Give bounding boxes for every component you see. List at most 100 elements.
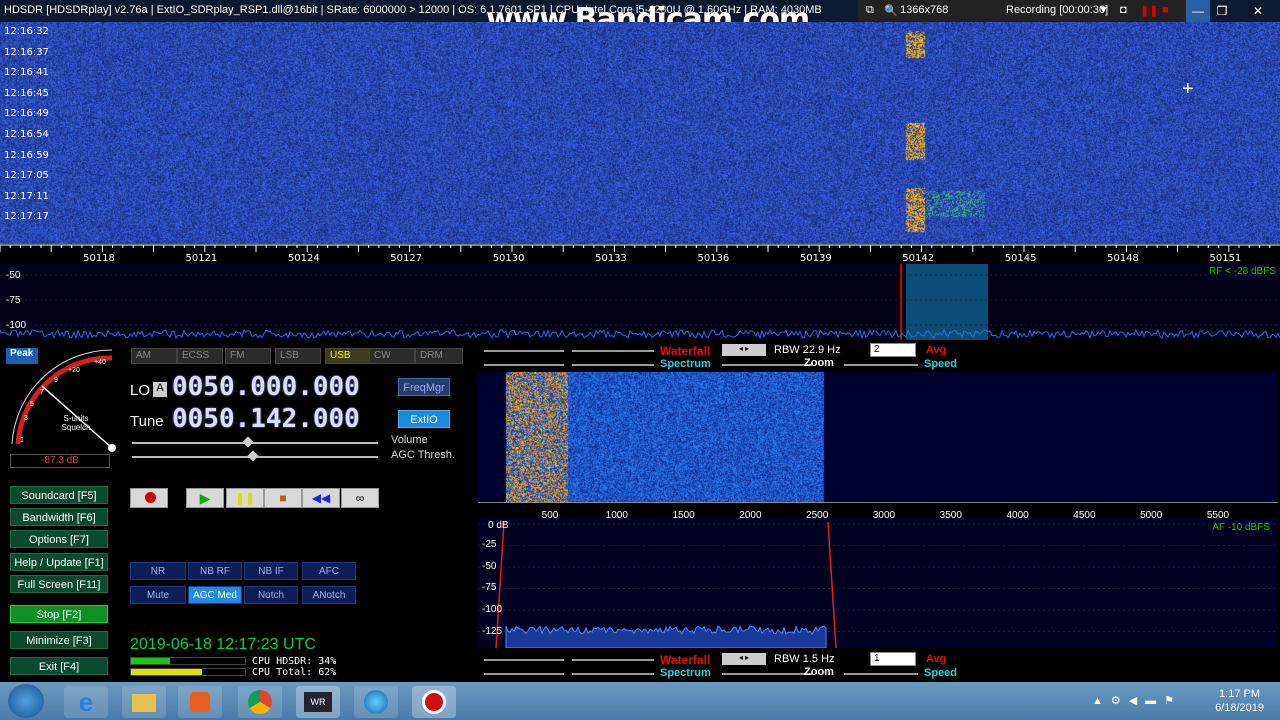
top-slider-1[interactable]: [484, 350, 564, 352]
frequency-tick-label: 50118: [83, 253, 115, 264]
mode-lsb-button[interactable]: LSB: [275, 348, 321, 364]
hdsdr-taskbar-icon[interactable]: WR: [296, 686, 340, 718]
full-screen-button[interactable]: Full Screen [F11]: [10, 575, 108, 593]
tune-frequency[interactable]: 0050.142.000: [172, 404, 360, 434]
minimize-button[interactable]: —: [1186, 0, 1210, 22]
pause-button[interactable]: ❚❚: [226, 488, 264, 508]
maximize-button[interactable]: ❐: [1210, 0, 1234, 22]
bottom-slider-3[interactable]: [572, 659, 654, 661]
top-slider-2[interactable]: [484, 364, 564, 366]
rbw-stepper[interactable]: ◂ ▸: [722, 653, 766, 665]
soundcard-button[interactable]: Soundcard [F5]: [10, 486, 108, 504]
frequency-tick-label: 50121: [185, 253, 218, 264]
record-button[interactable]: [130, 488, 168, 508]
top-slider-4[interactable]: [572, 364, 654, 366]
anotch-button[interactable]: ANotch: [302, 586, 356, 604]
top-average-select[interactable]: 2: [870, 343, 916, 357]
spectrum-db-label: -100: [6, 320, 27, 331]
audio-spectrum[interactable]: 0 dB -25 -50 -75 -100 -125 AF -10 dBFS: [478, 518, 1278, 648]
lo-frequency[interactable]: 0050.000.000: [172, 372, 360, 402]
freqmgr-button[interactable]: FreqMgr: [398, 378, 450, 396]
agc-med-button[interactable]: AGC Med: [188, 586, 242, 604]
stop-icon: ■: [279, 491, 287, 505]
top-slider-3[interactable]: [572, 350, 654, 352]
audio-db-label: -25: [482, 539, 497, 550]
rf-waterfall[interactable]: [0, 22, 1280, 244]
zoom-label: Zoom: [804, 357, 834, 369]
bandwidth-button[interactable]: Bandwidth [F6]: [10, 508, 108, 526]
rf-spectrum[interactable]: -50 -75 -100 RF < -28 dBFS: [0, 264, 1280, 340]
taskbar-clock[interactable]: 1:17 PM 6/18/2019: [1215, 687, 1264, 715]
rbw-stepper[interactable]: ◂ ▸: [722, 344, 766, 356]
audio-db-label: -100: [482, 604, 503, 615]
mode-fm-button[interactable]: FM: [225, 348, 271, 364]
afc-button[interactable]: AFC: [302, 562, 356, 580]
media-player-icon[interactable]: [178, 686, 222, 718]
loop-icon: ∞: [355, 491, 365, 505]
notch-button[interactable]: Notch: [244, 586, 298, 604]
exit-button[interactable]: Exit [F4]: [10, 657, 108, 675]
pause-icon[interactable]: ❚❚: [1140, 4, 1158, 17]
loop-button[interactable]: ∞: [341, 488, 379, 508]
rf-frequency-axis[interactable]: 50118 50121 50124 50127 50130 50133 50136 50139…: [0, 244, 1280, 264]
svg-text:+20: +20: [68, 367, 80, 374]
system-tray-icons[interactable]: ▲⚙◀▬⚑: [1092, 694, 1182, 707]
minimize-app-button[interactable]: Minimize [F3]: [10, 631, 108, 649]
mute-button[interactable]: Mute: [130, 586, 186, 604]
svg-text:1: 1: [20, 437, 24, 444]
peak-button[interactable]: Peak: [10, 348, 33, 359]
globe-app-icon[interactable]: [354, 686, 398, 718]
mode-cw-button[interactable]: CW: [369, 348, 415, 364]
play-button[interactable]: ▶: [186, 488, 224, 508]
start-button[interactable]: [8, 684, 44, 718]
internet-explorer-icon[interactable]: e: [64, 686, 108, 718]
camera-icon[interactable]: ◘: [1120, 4, 1127, 16]
frequency-tick-label: 50124: [287, 253, 320, 264]
stop-record-icon[interactable]: ■: [1162, 4, 1169, 16]
chevron-down-icon[interactable]: ▼: [1098, 4, 1109, 16]
audio-db-label: -75: [482, 582, 497, 593]
volume-label: Volume: [391, 434, 428, 446]
rewind-icon: ◀◀: [311, 491, 331, 505]
s-meter[interactable]: 1 3 5 7 9 +20 +40: [4, 344, 122, 464]
speed-slider[interactable]: [844, 364, 918, 366]
waterfall-time-label: 12:17:17: [4, 211, 49, 223]
chrome-icon[interactable]: [238, 686, 282, 718]
search-icon[interactable]: 🔍: [884, 4, 898, 17]
bottom-slider-2[interactable]: [484, 673, 564, 675]
mode-drm-button[interactable]: DRM: [415, 348, 463, 364]
rbw-label: RBW 22.9 Hz: [774, 344, 841, 356]
close-button[interactable]: ✕: [1246, 0, 1270, 22]
nb-rf-button[interactable]: NB RF: [188, 562, 242, 580]
mode-usb-button[interactable]: USB: [325, 348, 371, 364]
file-explorer-icon[interactable]: [122, 686, 166, 718]
bottom-slider-4[interactable]: [572, 673, 654, 675]
resolution-label: 1366x768: [900, 4, 949, 16]
crosshair-cursor-icon: +: [1182, 78, 1194, 100]
window-icon[interactable]: ⧉: [866, 4, 874, 17]
speed-slider[interactable]: [844, 673, 918, 675]
svg-text:+40: +40: [94, 359, 106, 366]
zoom-slider[interactable]: [722, 364, 812, 366]
extio-button[interactable]: ExtIO: [398, 410, 450, 428]
help-update-button[interactable]: Help / Update [F1]: [10, 553, 108, 571]
speed-label: Speed: [924, 358, 958, 370]
mode-am-button[interactable]: AM: [131, 348, 177, 364]
volume-slider[interactable]: [132, 442, 378, 444]
audio-waterfall[interactable]: [478, 372, 1278, 502]
stop-button[interactable]: Stop [F2]: [10, 605, 108, 623]
bottom-average-select[interactable]: 1: [870, 652, 916, 666]
bottom-slider-1[interactable]: [484, 659, 564, 661]
clock-time: 1:17 PM: [1219, 688, 1261, 700]
lo-flag[interactable]: A: [153, 382, 167, 397]
bandicam-taskbar-icon[interactable]: [412, 686, 456, 718]
hdsdr-window: HDSDR [HDSDRplay] v2.76a | ExtIO_SDRplay…: [0, 0, 1280, 720]
mode-ecss-button[interactable]: ECSS: [177, 348, 223, 364]
zoom-slider[interactable]: [722, 673, 812, 675]
nr-button[interactable]: NR: [130, 562, 186, 580]
rewind-button[interactable]: ◀◀: [302, 488, 340, 508]
spectrum-label: Spectrum: [660, 358, 711, 370]
options-button[interactable]: Options [F7]: [10, 530, 108, 548]
nb-if-button[interactable]: NB IF: [244, 562, 298, 580]
stop-playback-button[interactable]: ■: [264, 488, 302, 508]
